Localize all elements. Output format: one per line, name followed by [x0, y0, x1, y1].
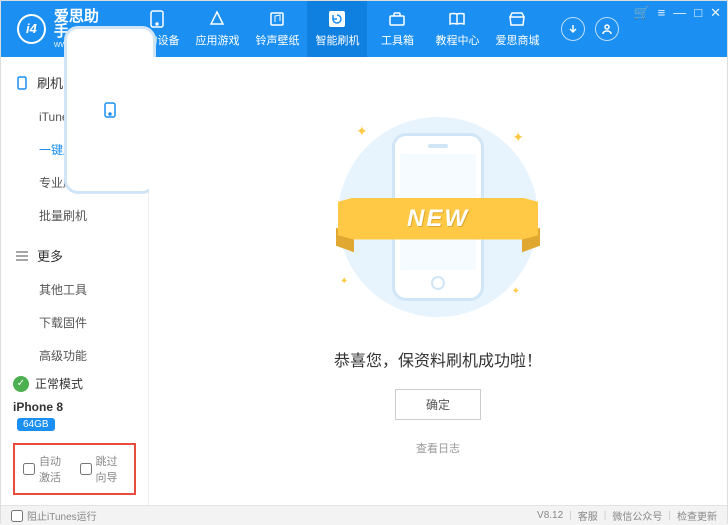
sidebar-bottom: ✓ 正常模式 iPhone 8 64GB 自动激活 跳过向导 — [1, 361, 148, 505]
download-icon[interactable] — [561, 17, 585, 41]
user-icon[interactable] — [595, 17, 619, 41]
auto-activate-checkbox[interactable]: 自动激活 — [23, 453, 70, 485]
sidebar-header-label: 更多 — [37, 246, 63, 265]
nav-ringtones[interactable]: 铃声壁纸 — [247, 1, 307, 57]
nav-mall[interactable]: 爱思商城 — [487, 1, 547, 57]
nav-label: 爱思商城 — [495, 32, 539, 48]
sidebar-item-download-firmware[interactable]: 下载固件 — [1, 306, 148, 339]
footer: 阻止iTunes运行 V8.12 | 客服 | 微信公众号 | 检查更新 — [1, 505, 727, 525]
device-icon — [64, 26, 156, 194]
update-link[interactable]: 检查更新 — [677, 508, 717, 523]
sidebar-section-more: 更多 其他工具 下载固件 高级功能 — [1, 238, 148, 361]
apps-icon — [208, 10, 226, 28]
prevent-itunes-checkbox[interactable]: 阻止iTunes运行 — [11, 508, 97, 523]
nav-label: 教程中心 — [435, 32, 479, 48]
shop-icon — [508, 10, 526, 28]
phone-small-icon — [15, 76, 29, 90]
menu-lines-icon — [15, 249, 29, 263]
nav-label: 工具箱 — [381, 32, 414, 48]
mode-label: 正常模式 — [35, 375, 83, 392]
refresh-icon — [328, 10, 346, 28]
support-link[interactable]: 客服 — [578, 508, 598, 523]
nav-label: 智能刷机 — [315, 32, 359, 48]
sidebar-item-batch-flash[interactable]: 批量刷机 — [1, 199, 148, 232]
logo-icon: i4 — [17, 14, 46, 44]
nav-smart-flash[interactable]: 智能刷机 — [307, 1, 367, 57]
mode-status[interactable]: ✓ 正常模式 — [13, 371, 136, 396]
options-highlighted: 自动激活 跳过向导 — [13, 443, 136, 495]
sidebar-header-label: 刷机 — [37, 73, 63, 92]
skip-guide-checkbox[interactable]: 跳过向导 — [80, 453, 127, 485]
success-illustration: ✦ ✦ ✦ ✦ NEW — [328, 107, 548, 327]
sparkle-icon: ✦ — [512, 129, 524, 146]
cart-icon[interactable]: 🛒 — [633, 5, 649, 21]
window-controls: 🛒 ≡ — □ ✕ — [633, 1, 727, 57]
success-message: 恭喜您，保资料刷机成功啦！ — [334, 347, 542, 371]
close-icon[interactable]: ✕ — [710, 5, 721, 21]
wechat-link[interactable]: 微信公众号 — [612, 508, 662, 523]
phone-icon — [148, 10, 166, 28]
maximize-icon[interactable]: □ — [694, 5, 702, 21]
device-status[interactable]: iPhone 8 64GB — [13, 396, 136, 435]
main-nav: 我的设备 应用游戏 铃声壁纸 智能刷机 工具箱 教程中心 爱思商城 — [127, 1, 547, 57]
nav-toolbox[interactable]: 工具箱 — [367, 1, 427, 57]
toolbox-icon — [388, 10, 406, 28]
minimize-icon[interactable]: — — [673, 5, 686, 21]
nav-tutorials[interactable]: 教程中心 — [427, 1, 487, 57]
main-content: ✦ ✦ ✦ ✦ NEW 恭喜您，保资料刷机成功啦！ 确定 查看日志 — [149, 57, 727, 505]
note-icon — [268, 10, 286, 28]
new-banner: NEW — [338, 195, 538, 243]
book-icon — [448, 10, 466, 28]
storage-badge: 64GB — [17, 418, 55, 431]
ok-button[interactable]: 确定 — [395, 389, 481, 420]
menu-icon[interactable]: ≡ — [658, 5, 666, 21]
sidebar: 刷机 iTunes刷机 一键刷机 专业刷机 批量刷机 更多 其他工具 下载固件 … — [1, 57, 149, 505]
sparkle-icon: ✦ — [340, 276, 348, 287]
nav-label: 应用游戏 — [195, 32, 239, 48]
sidebar-item-other-tools[interactable]: 其他工具 — [1, 273, 148, 306]
sidebar-header-more[interactable]: 更多 — [1, 238, 148, 273]
header-right — [547, 17, 633, 41]
view-log-link[interactable]: 查看日志 — [416, 440, 460, 456]
device-name: iPhone 8 — [13, 400, 63, 414]
nav-label: 铃声壁纸 — [255, 32, 299, 48]
sparkle-icon: ✦ — [512, 286, 520, 297]
version-label: V8.12 — [537, 510, 563, 521]
sparkle-icon: ✦ — [356, 123, 368, 140]
check-icon: ✓ — [13, 376, 29, 392]
sidebar-item-advanced[interactable]: 高级功能 — [1, 339, 148, 361]
nav-apps-games[interactable]: 应用游戏 — [187, 1, 247, 57]
